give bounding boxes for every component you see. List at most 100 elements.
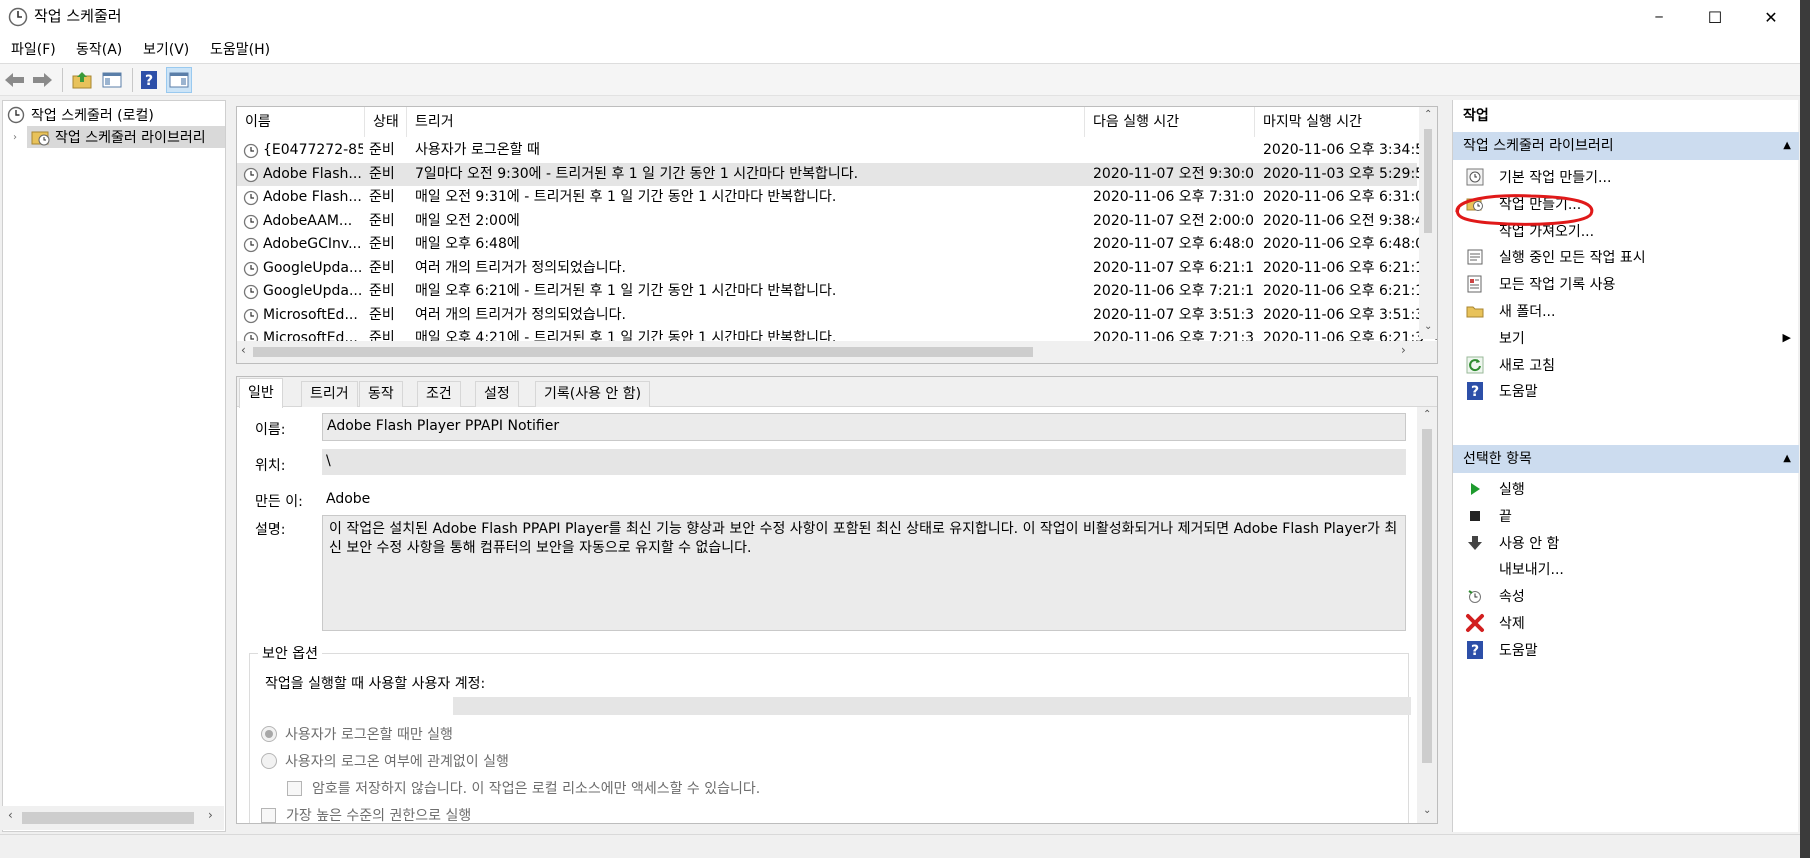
section-selected-label: 선택한 항목	[1463, 451, 1532, 467]
scroll-thumb[interactable]	[1422, 429, 1432, 763]
close-button[interactable]: ✕	[1742, 0, 1800, 34]
action-item[interactable]: 내보내기...	[1453, 555, 1799, 583]
action-label: 도움말	[1499, 384, 1538, 401]
cell-status: 준비	[369, 236, 395, 252]
table-row[interactable]: GoogleUpda... 준비 매일 오후 6:21에 - 트리거된 후 1 일 …	[237, 280, 1437, 304]
column-header-trigger[interactable]: 트리거	[407, 107, 1085, 137]
table-row[interactable]: GoogleUpda... 준비 여러 개의 트리거가 정의되었습니다. 2020-1…	[237, 257, 1437, 281]
cell-status: 준비	[369, 283, 395, 299]
action-item[interactable]: 모든 작업 기록 사용	[1453, 270, 1799, 298]
minimize-button[interactable]: ─	[1630, 0, 1688, 34]
action-item[interactable]: 새로 고침	[1453, 351, 1799, 379]
back-button[interactable]	[2, 67, 28, 93]
action-item[interactable]: ? 도움말	[1453, 377, 1799, 405]
tab-actions[interactable]: 동작	[359, 381, 403, 407]
run-icon	[1463, 477, 1487, 501]
tab-triggers[interactable]: 트리거	[301, 381, 358, 407]
task-list-horizontal-scrollbar[interactable]: ‹ ›	[237, 341, 1437, 363]
menu-action[interactable]: 동작(A)	[76, 41, 122, 59]
forward-button[interactable]	[29, 67, 55, 93]
action-item[interactable]: 사용 안 함	[1453, 529, 1799, 557]
show-hide-action-pane-button[interactable]	[166, 67, 192, 93]
cell-next: 2020-11-07 오후 6:21:18	[1093, 259, 1253, 276]
clock-app-icon	[8, 7, 28, 27]
svg-text:?: ?	[145, 73, 153, 89]
radio-run-whether-logged-on[interactable]: 사용자의 로그온 여부에 관계없이 실행	[261, 750, 509, 772]
tab-history[interactable]: 기록(사용 안 함)	[535, 381, 651, 407]
action-item[interactable]: 끝	[1453, 502, 1799, 530]
action-label: 사용 안 함	[1499, 535, 1560, 552]
cell-trigger: 매일 오전 9:31에 - 트리거된 후 1 일 기간 동안 1 시간마다 반복…	[415, 189, 837, 205]
scroll-thumb[interactable]	[1424, 129, 1432, 233]
detail-vertical-scrollbar[interactable]: ⌃ ⌄	[1417, 407, 1437, 823]
action-item[interactable]: 기본 작업 만들기...	[1453, 163, 1799, 191]
action-item[interactable]: ? 도움말	[1453, 636, 1799, 664]
user-account-field[interactable]	[453, 697, 1411, 715]
submenu-arrow-icon: ▶	[1782, 331, 1791, 345]
column-header-name[interactable]: 이름	[237, 107, 365, 137]
task-list-vertical-scrollbar[interactable]: ⌃ ⌄	[1419, 107, 1437, 339]
action-item[interactable]: 새 폴더...	[1453, 297, 1799, 325]
action-item[interactable]: 실행 중인 모든 작업 표시	[1453, 243, 1799, 271]
up-level-button[interactable]	[69, 67, 95, 93]
column-header-last-run[interactable]: 마지막 실행 시간	[1255, 107, 1425, 137]
new-folder-icon	[1463, 299, 1487, 323]
action-item[interactable]: 실행	[1453, 475, 1799, 503]
table-row[interactable]: AdobeAAM... 준비 매일 오전 2:00에 2020-11-07 오전 2:…	[237, 210, 1437, 234]
section-selected-header[interactable]: 선택한 항목 ▲	[1453, 445, 1799, 473]
column-header-next-run[interactable]: 다음 실행 시간	[1085, 107, 1255, 137]
title-bar: 작업 스케줄러 ─ ☐ ✕	[0, 0, 1810, 34]
cell-name: {E0477272-85...	[263, 142, 363, 158]
column-header-status[interactable]: 상태	[365, 107, 407, 137]
maximize-button[interactable]: ☐	[1686, 0, 1744, 34]
scroll-thumb[interactable]	[253, 347, 1033, 357]
section-library-label: 작업 스케줄러 라이브러리	[1463, 138, 1614, 154]
section-library-header[interactable]: 작업 스케줄러 라이브러리 ▲	[1453, 132, 1799, 160]
cell-trigger: 여러 개의 트리거가 정의되었습니다.	[415, 306, 626, 323]
help-button[interactable]: ?	[136, 67, 162, 93]
table-row[interactable]: Adobe Flash... 준비 매일 오전 9:31에 - 트리거된 후 1 일…	[237, 186, 1437, 210]
scroll-down-icon: ⌄	[1424, 321, 1433, 332]
cell-status: 준비	[369, 189, 395, 205]
actions-header: 작업	[1463, 108, 1489, 124]
tree-item-library[interactable]: › 작업 스케줄러 라이브러리	[13, 126, 225, 148]
table-row[interactable]: {E0477272-85... 준비 사용자가 로그온할 때 2020-11-06 오…	[237, 139, 1437, 163]
tab-settings[interactable]: 설정	[475, 381, 519, 407]
description-field[interactable]: 이 작업은 설치된 Adobe Flash PPAPI Player를 최신 기…	[322, 515, 1406, 631]
menu-view[interactable]: 보기(V)	[143, 41, 189, 59]
table-row[interactable]: MicrosoftEd... 준비 여러 개의 트리거가 정의되었습니다. 2020-…	[237, 304, 1437, 328]
action-item[interactable]: 속성	[1453, 582, 1799, 610]
action-item[interactable]: 보기 ▶	[1453, 324, 1799, 352]
name-field[interactable]: Adobe Flash Player PPAPI Notifier	[322, 413, 1406, 441]
table-row[interactable]: Adobe Flash... 준비 7일마다 오전 9:30에 - 트리거된 후 1…	[237, 162, 1437, 186]
cell-next	[1093, 139, 1253, 163]
cell-name: MicrosoftEd...	[263, 306, 358, 323]
back-arrow-icon	[5, 73, 24, 87]
table-row[interactable]: AdobeGCInv... 준비 매일 오후 6:48에 2020-11-07 오후 …	[237, 233, 1437, 257]
action-item[interactable]: 삭제	[1453, 609, 1799, 637]
task-detail-pane: 일반 트리거 동작 조건 설정 기록(사용 안 함) 이름: Adobe Fla…	[236, 376, 1438, 824]
cell-last: 2020-11-06 오후 6:31:00	[1263, 189, 1423, 205]
radio-logged-on-only[interactable]: 사용자가 로그온할 때만 실행	[261, 723, 453, 745]
checkbox-do-not-store-password[interactable]: 암호를 저장하지 않습니다. 이 작업은 로컬 리소스에만 액세스할 수 있습니…	[287, 777, 760, 799]
show-hide-console-tree-button[interactable]	[99, 67, 125, 93]
cell-trigger: 매일 오후 6:48에	[415, 236, 520, 252]
cell-next: 2020-11-06 오후 7:21:18	[1093, 283, 1253, 299]
toolbar: ?	[0, 64, 1800, 96]
menu-file[interactable]: 파일(F)	[11, 41, 56, 59]
tab-general[interactable]: 일반	[239, 378, 283, 408]
scroll-thumb[interactable]	[22, 812, 194, 824]
cell-last: 2020-11-06 오전 9:38:48	[1263, 212, 1423, 229]
toolbar-separator	[62, 68, 63, 92]
help-icon: ?	[1463, 638, 1487, 662]
tree-root-item[interactable]: 작업 스케줄러 (로컬)	[7, 104, 154, 126]
tree-horizontal-scrollbar[interactable]: ‹ ›	[2, 806, 224, 830]
properties-icon	[1463, 584, 1487, 608]
menu-help[interactable]: 도움말(H)	[210, 41, 270, 59]
cell-trigger: 여러 개의 트리거가 정의되었습니다.	[415, 259, 626, 276]
location-field[interactable]: \	[322, 449, 1406, 475]
tab-conditions[interactable]: 조건	[417, 381, 461, 407]
checkbox-run-highest-privileges[interactable]: 가장 높은 수준의 권한으로 실행	[261, 804, 471, 823]
collapse-up-icon: ▲	[1783, 453, 1791, 464]
cell-name: Adobe Flash...	[263, 165, 362, 182]
